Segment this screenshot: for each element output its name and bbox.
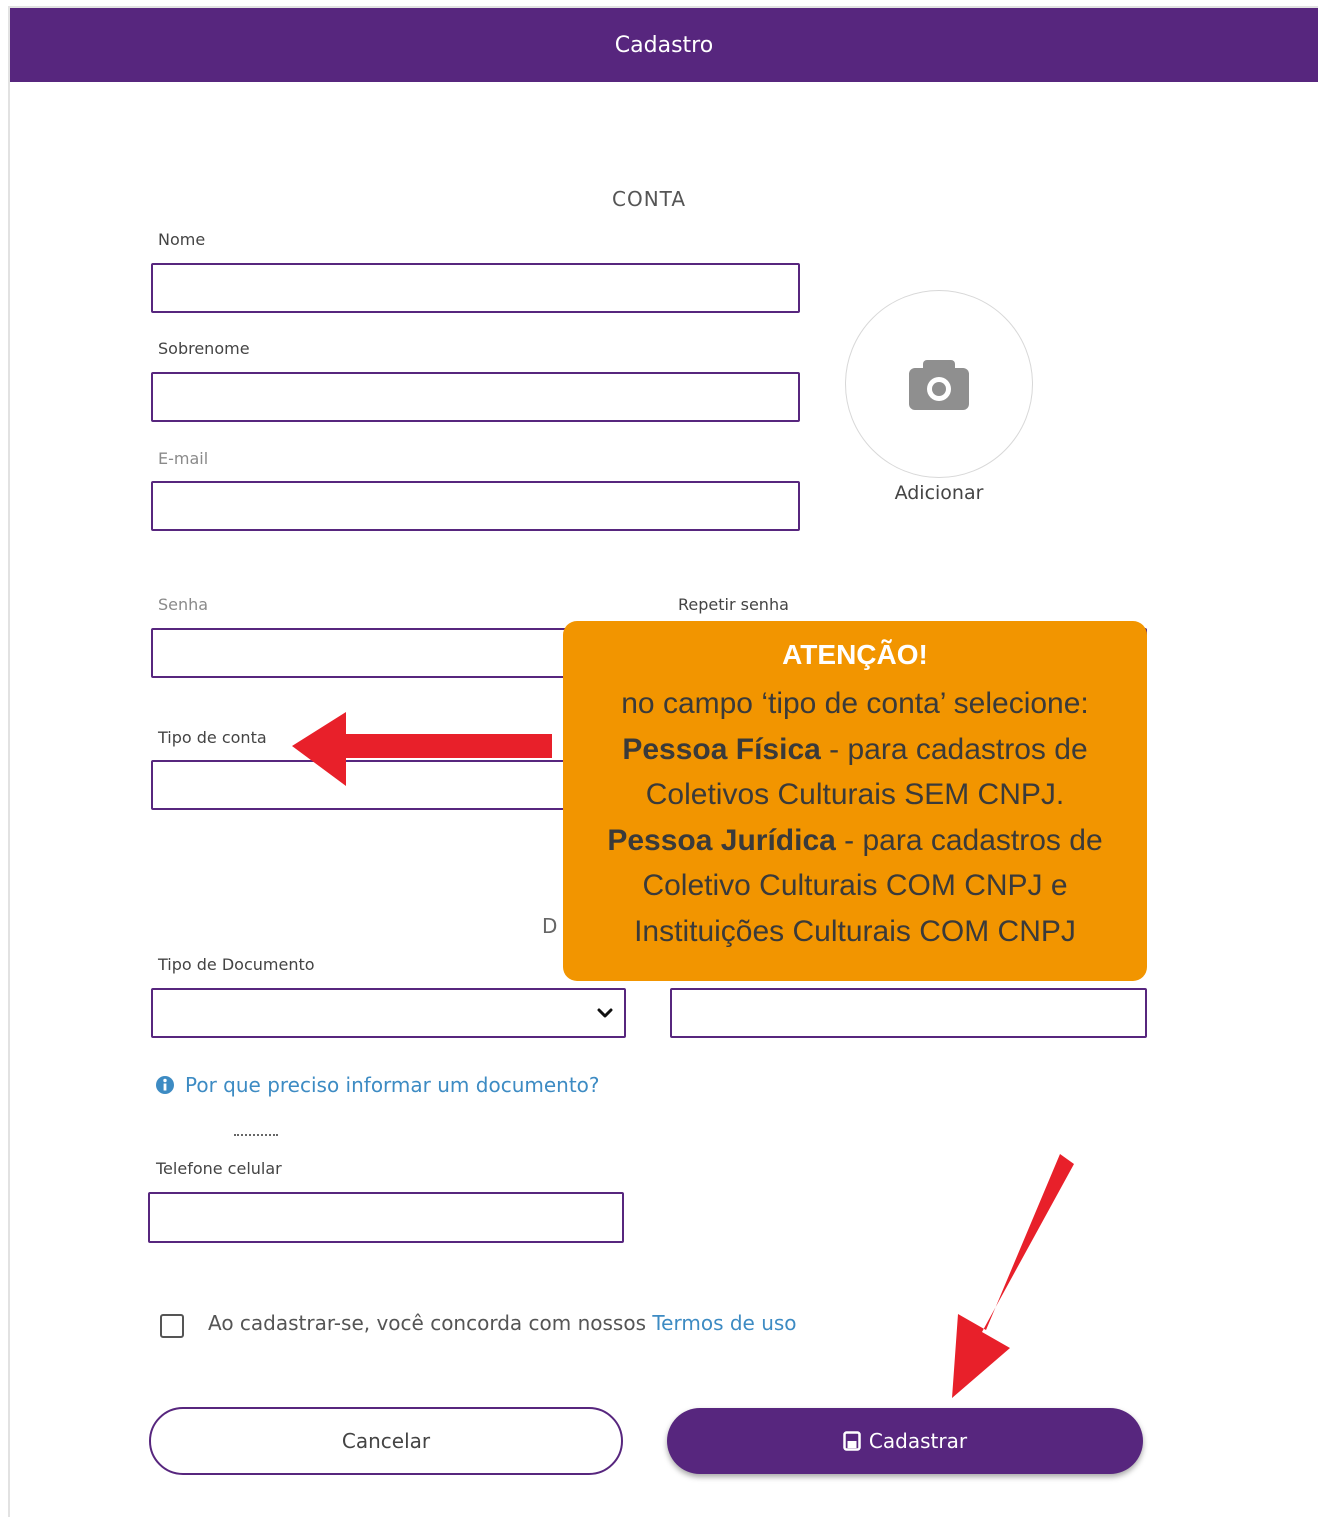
first-name-label: Nome <box>158 230 206 249</box>
callout-line-5: Coletivo Culturais COM CNPJ e <box>642 869 1068 902</box>
info-icon <box>156 1076 174 1094</box>
section-title-documents: D <box>542 914 558 938</box>
callout-line-6: Instituições Culturais COM CNPJ <box>634 914 1076 948</box>
terms-link[interactable]: Termos de uso <box>652 1311 796 1335</box>
callout-pessoa-juridica: Pessoa Jurídica <box>607 823 836 857</box>
repeat-password-label: Repetir senha <box>678 595 789 614</box>
camera-icon <box>909 360 969 410</box>
page-header: Cadastro <box>10 8 1318 82</box>
callout-line-2-rest: - para cadastros de <box>820 732 1088 766</box>
password-input[interactable] <box>151 628 625 678</box>
last-name-label: Sobrenome <box>158 339 250 358</box>
email-input[interactable] <box>151 481 800 531</box>
callout-title: ATENÇÃO! <box>782 639 928 670</box>
mobile-phone-input[interactable] <box>148 1192 624 1243</box>
callout-pessoa-fisica: Pessoa Física <box>622 732 821 766</box>
mobile-phone-label: Telefone celular <box>156 1159 282 1178</box>
terms-label: Ao cadastrar-se, você concorda com nosso… <box>208 1311 646 1335</box>
hidden-label-fragment <box>234 1134 278 1138</box>
terms-text: Ao cadastrar-se, você concorda com nosso… <box>208 1311 797 1335</box>
section-title-conta: CONTA <box>611 187 686 211</box>
callout-line-4-rest: - para cadastros de <box>835 823 1103 857</box>
arrow-to-submit-button <box>952 1154 1074 1398</box>
callout-line-4: Pessoa Jurídica - para cadastros de <box>563 818 1147 864</box>
page-title: Cadastro <box>614 32 714 58</box>
avatar-upload[interactable] <box>845 290 1033 478</box>
terms-checkbox[interactable] <box>160 1314 184 1338</box>
left-border <box>8 8 10 1517</box>
document-type-select[interactable] <box>151 988 626 1038</box>
last-name-input[interactable] <box>151 372 800 422</box>
document-info-text: Por que preciso informar um documento? <box>185 1073 600 1097</box>
first-name-input[interactable] <box>151 263 800 313</box>
cancel-button-label: Cancelar <box>341 1429 431 1453</box>
chevron-down-icon <box>597 1008 613 1018</box>
avatar-label: Adicionar <box>894 482 984 504</box>
attention-callout: ATENÇÃO! no campo ‘tipo de conta’ seleci… <box>563 621 1147 981</box>
callout-line-1: no campo ‘tipo de conta’ selecione: <box>621 687 1089 720</box>
submit-button-label: Cadastrar <box>868 1429 968 1453</box>
document-number-input[interactable] <box>670 988 1147 1038</box>
callout-line-2: Pessoa Física - para cadastros de <box>563 727 1147 773</box>
email-label: E-mail <box>158 449 209 468</box>
document-info-link[interactable]: Por que preciso informar um documento? <box>155 1073 600 1097</box>
account-type-select[interactable] <box>151 760 625 810</box>
submit-button[interactable]: Cadastrar <box>667 1408 1143 1474</box>
save-icon <box>843 1431 861 1451</box>
callout-line-3: Coletivos Culturais SEM CNPJ. <box>645 778 1065 811</box>
account-type-label: Tipo de conta <box>158 728 267 747</box>
document-type-label: Tipo de Documento <box>158 955 315 974</box>
password-label: Senha <box>158 595 209 614</box>
cancel-button[interactable]: Cancelar <box>149 1407 623 1475</box>
